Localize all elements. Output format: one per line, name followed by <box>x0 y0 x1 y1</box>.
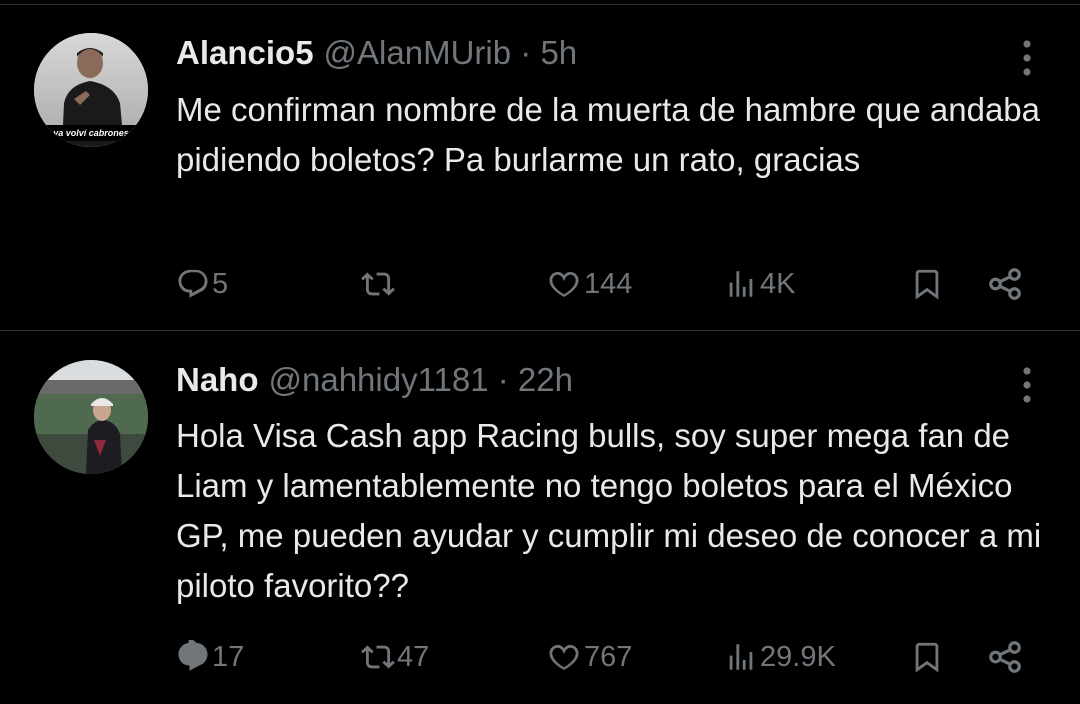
bookmark-icon <box>910 265 944 303</box>
share-icon <box>986 638 1024 676</box>
share-button[interactable] <box>986 635 1024 679</box>
like-button[interactable]: 767 <box>546 635 632 679</box>
reply-icon <box>176 267 210 301</box>
heart-icon <box>546 640 582 674</box>
views-button[interactable]: 4K <box>724 262 795 306</box>
views-icon <box>724 267 758 301</box>
bookmark-button[interactable] <box>910 635 944 679</box>
tweet-actions: 17 47 767 29.9K <box>176 635 1056 679</box>
bookmark-icon <box>910 638 944 676</box>
reply-count: 5 <box>212 267 229 300</box>
author-handle[interactable]: @AlanMUrib <box>324 34 512 71</box>
like-count: 767 <box>584 640 633 673</box>
views-button[interactable]: 29.9K <box>724 635 836 679</box>
tweet-text: Me confirman nombre de la muerta de hamb… <box>176 91 1041 178</box>
timestamp[interactable]: 5h <box>540 34 577 71</box>
like-count: 144 <box>584 267 633 300</box>
tweet[interactable]: ya volví cabrones Alancio5 @AlanMUrib · 5… <box>0 0 1080 330</box>
more-vertical-icon[interactable] <box>1020 367 1034 408</box>
retweet-button[interactable]: 47 <box>361 635 429 679</box>
retweet-button[interactable] <box>361 262 397 306</box>
retweet-icon <box>361 267 395 301</box>
reply-button[interactable]: 17 <box>176 635 244 679</box>
like-button[interactable]: 144 <box>546 262 632 306</box>
bookmark-button[interactable] <box>910 262 944 306</box>
views-icon <box>724 640 758 674</box>
more-vertical-icon[interactable] <box>1020 40 1034 81</box>
svg-text:ya volví cabrones: ya volví cabrones <box>52 128 129 138</box>
avatar[interactable]: ya volví cabrones <box>34 33 148 147</box>
author-name[interactable]: Alancio5 <box>176 34 314 71</box>
author-name[interactable]: Naho <box>176 361 259 398</box>
view-count: 4K <box>760 267 796 300</box>
timestamp[interactable]: 22h <box>518 361 573 398</box>
reply-button[interactable]: 5 <box>176 262 228 306</box>
retweet-icon <box>361 640 395 674</box>
reply-count: 17 <box>212 640 245 673</box>
heart-icon <box>546 267 582 301</box>
share-button[interactable] <box>986 262 1024 306</box>
tweet-text: Hola Visa Cash app Racing bulls, soy sup… <box>176 417 1042 604</box>
separator-dot: · <box>497 361 509 398</box>
separator-dot: · <box>520 34 532 71</box>
share-icon <box>986 265 1024 303</box>
retweet-count: 47 <box>397 640 430 673</box>
tweet-header: Naho @nahhidy1181 · 22h <box>176 360 573 400</box>
tweet[interactable]: Naho @nahhidy1181 · 22h Hola Visa Cash ap… <box>0 331 1080 704</box>
tweet-header: Alancio5 @AlanMUrib · 5h <box>176 33 577 73</box>
tweet-actions: 5 144 4K <box>176 262 1056 306</box>
author-handle[interactable]: @nahhidy1181 <box>269 361 489 398</box>
view-count: 29.9K <box>760 640 836 673</box>
avatar[interactable] <box>34 360 148 474</box>
reply-icon <box>176 640 210 674</box>
